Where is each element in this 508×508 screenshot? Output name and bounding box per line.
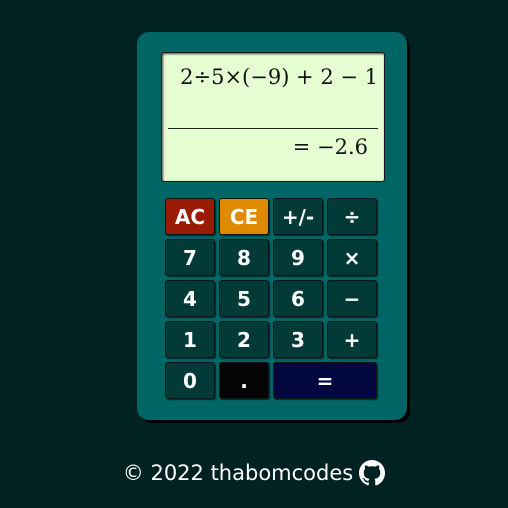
display-screen: 2÷5×(−9) + 2 − 1 = −2.6 xyxy=(161,52,385,182)
multiply-button[interactable]: × xyxy=(327,239,377,276)
subtract-button[interactable]: − xyxy=(327,280,377,317)
digit-8-button[interactable]: 8 xyxy=(219,239,269,276)
digit-6-button[interactable]: 6 xyxy=(273,280,323,317)
toggle-sign-button[interactable]: +/- xyxy=(273,198,323,235)
digit-0-button[interactable]: 0 xyxy=(165,362,215,399)
calculator: 2÷5×(−9) + 2 − 1 = −2.6 AC CE +/- ÷ 7 8 … xyxy=(137,32,407,420)
footer-credit: © 2022 thabomcodes xyxy=(122,461,354,485)
digit-7-button[interactable]: 7 xyxy=(165,239,215,276)
clear-entry-button[interactable]: CE xyxy=(219,198,269,235)
digit-1-button[interactable]: 1 xyxy=(165,321,215,358)
digit-2-button[interactable]: 2 xyxy=(219,321,269,358)
display-divider xyxy=(168,128,378,129)
decimal-point-button[interactable]: . xyxy=(219,362,269,399)
all-clear-button[interactable]: AC xyxy=(165,198,215,235)
keypad: AC CE +/- ÷ 7 8 9 × 4 5 6 − 1 2 3 + 0 . … xyxy=(165,198,379,399)
expression-display: 2÷5×(−9) + 2 − 1 xyxy=(180,65,378,89)
result-display: = −2.6 xyxy=(292,135,368,159)
digit-4-button[interactable]: 4 xyxy=(165,280,215,317)
add-button[interactable]: + xyxy=(327,321,377,358)
github-icon[interactable] xyxy=(359,460,386,486)
equals-button[interactable]: = xyxy=(273,362,377,399)
digit-3-button[interactable]: 3 xyxy=(273,321,323,358)
digit-9-button[interactable]: 9 xyxy=(273,239,323,276)
digit-5-button[interactable]: 5 xyxy=(219,280,269,317)
footer: © 2022 thabomcodes xyxy=(0,460,508,486)
divide-button[interactable]: ÷ xyxy=(327,198,377,235)
